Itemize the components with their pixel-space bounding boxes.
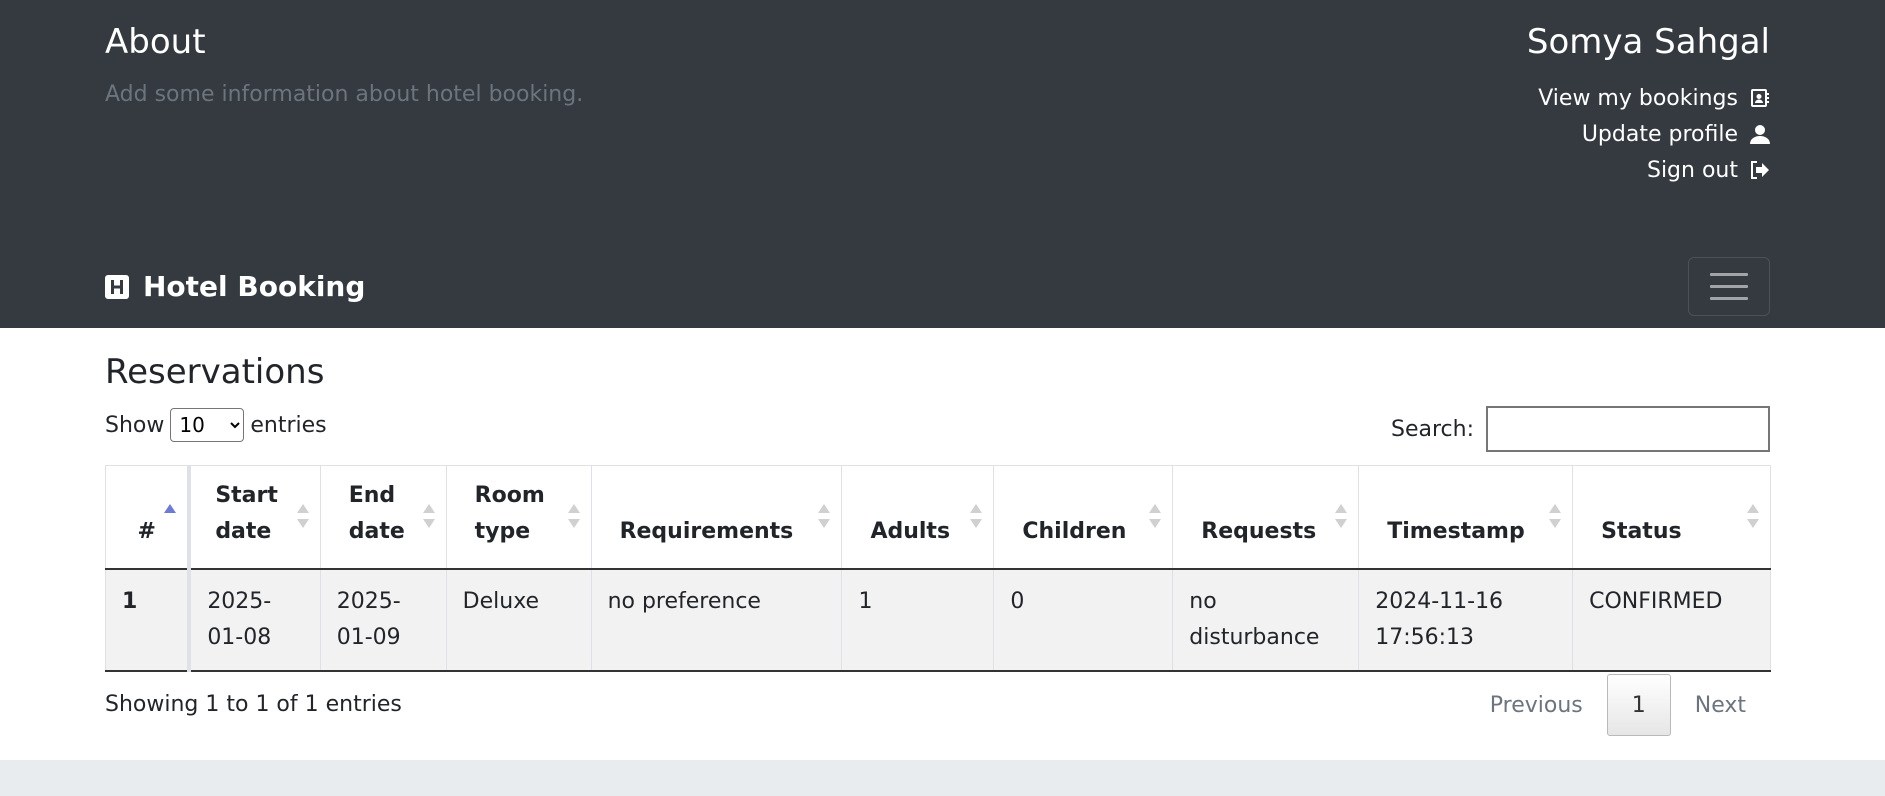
view-bookings-label: View my bookings bbox=[1538, 85, 1738, 111]
user-icon bbox=[1750, 125, 1770, 144]
about-title: About bbox=[105, 22, 206, 62]
col-requests[interactable]: Requests bbox=[1172, 465, 1360, 570]
sort-icon bbox=[1746, 504, 1760, 530]
page-1-button[interactable]: 1 bbox=[1606, 674, 1671, 736]
col-end-date[interactable]: End date bbox=[319, 465, 447, 570]
cell-room-type: Deluxe bbox=[445, 568, 592, 672]
cell-requests: no disturbance bbox=[1172, 568, 1360, 672]
pagination: Previous 1 Next bbox=[1466, 674, 1770, 736]
table-info: Showing 1 to 1 of 1 entries bbox=[105, 692, 402, 717]
sort-icon bbox=[1548, 504, 1562, 530]
sign-out-icon bbox=[1751, 161, 1769, 179]
sort-asc-icon bbox=[163, 504, 177, 530]
update-profile-label: Update profile bbox=[1581, 121, 1738, 147]
search-input[interactable] bbox=[1486, 406, 1770, 452]
hamburger-menu-icon bbox=[1710, 273, 1748, 276]
cell-timestamp: 2024-11-16 17:56:13 bbox=[1358, 568, 1574, 672]
col-adults[interactable]: Adults bbox=[841, 465, 995, 570]
col-requirements[interactable]: Requirements bbox=[590, 465, 843, 570]
about-text: Add some information about hotel booking… bbox=[105, 82, 584, 107]
cell-number: 1 bbox=[105, 568, 192, 672]
table-search: Search: bbox=[1391, 406, 1770, 452]
search-label: Search: bbox=[1391, 416, 1474, 442]
col-children[interactable]: Children bbox=[993, 465, 1174, 570]
update-profile-link[interactable]: Update profile bbox=[1538, 116, 1770, 152]
page-size-control: Show 10 entries bbox=[105, 408, 327, 442]
address-book-icon bbox=[1751, 89, 1769, 107]
page-size-select[interactable]: 10 bbox=[170, 408, 245, 442]
navbar-toggler-button[interactable] bbox=[1688, 257, 1770, 316]
cell-status: CONFIRMED bbox=[1572, 568, 1771, 672]
sort-icon bbox=[296, 504, 310, 530]
footer bbox=[0, 760, 1885, 796]
sign-out-label: Sign out bbox=[1646, 157, 1738, 183]
cell-end-date: 2025-01-09 bbox=[319, 568, 447, 672]
sort-icon bbox=[1148, 504, 1162, 530]
previous-page-button[interactable]: Previous bbox=[1466, 674, 1607, 736]
col-room-type[interactable]: Room type bbox=[445, 465, 592, 570]
sort-icon bbox=[817, 504, 831, 530]
sort-icon bbox=[422, 504, 436, 530]
reservations-table: # Start date End date Room type Requirem… bbox=[105, 465, 1771, 672]
next-page-button[interactable]: Next bbox=[1671, 674, 1770, 736]
user-links: View my bookings Update profile Sign out bbox=[1538, 80, 1770, 188]
sort-icon bbox=[969, 504, 983, 530]
hospital-h-icon bbox=[105, 274, 129, 299]
site-header: About Add some information about hotel b… bbox=[0, 0, 1885, 328]
cell-requirements: no preference bbox=[590, 568, 843, 672]
user-name: Somya Sahgal bbox=[1526, 22, 1770, 62]
sign-out-link[interactable]: Sign out bbox=[1538, 152, 1770, 188]
show-label: Show bbox=[105, 412, 165, 438]
cell-start-date: 2025-01-08 bbox=[188, 568, 321, 672]
cell-adults: 1 bbox=[841, 568, 995, 672]
sort-icon bbox=[1334, 504, 1348, 530]
table-row[interactable]: 1 2025-01-08 2025-01-09 Deluxe no prefer… bbox=[105, 568, 1771, 672]
sort-icon bbox=[567, 504, 581, 530]
brand-label: Hotel Booking bbox=[143, 270, 366, 303]
col-status[interactable]: Status bbox=[1572, 465, 1771, 570]
entries-label: entries bbox=[250, 412, 327, 438]
cell-children: 0 bbox=[993, 568, 1174, 672]
table-header-row: # Start date End date Room type Requirem… bbox=[105, 465, 1771, 570]
view-bookings-link[interactable]: View my bookings bbox=[1538, 80, 1770, 116]
page-title: Reservations bbox=[105, 352, 325, 392]
col-start-date[interactable]: Start date bbox=[188, 465, 321, 570]
col-timestamp[interactable]: Timestamp bbox=[1358, 465, 1574, 570]
col-number[interactable]: # bbox=[105, 465, 192, 570]
navbar-brand[interactable]: Hotel Booking bbox=[105, 270, 365, 303]
